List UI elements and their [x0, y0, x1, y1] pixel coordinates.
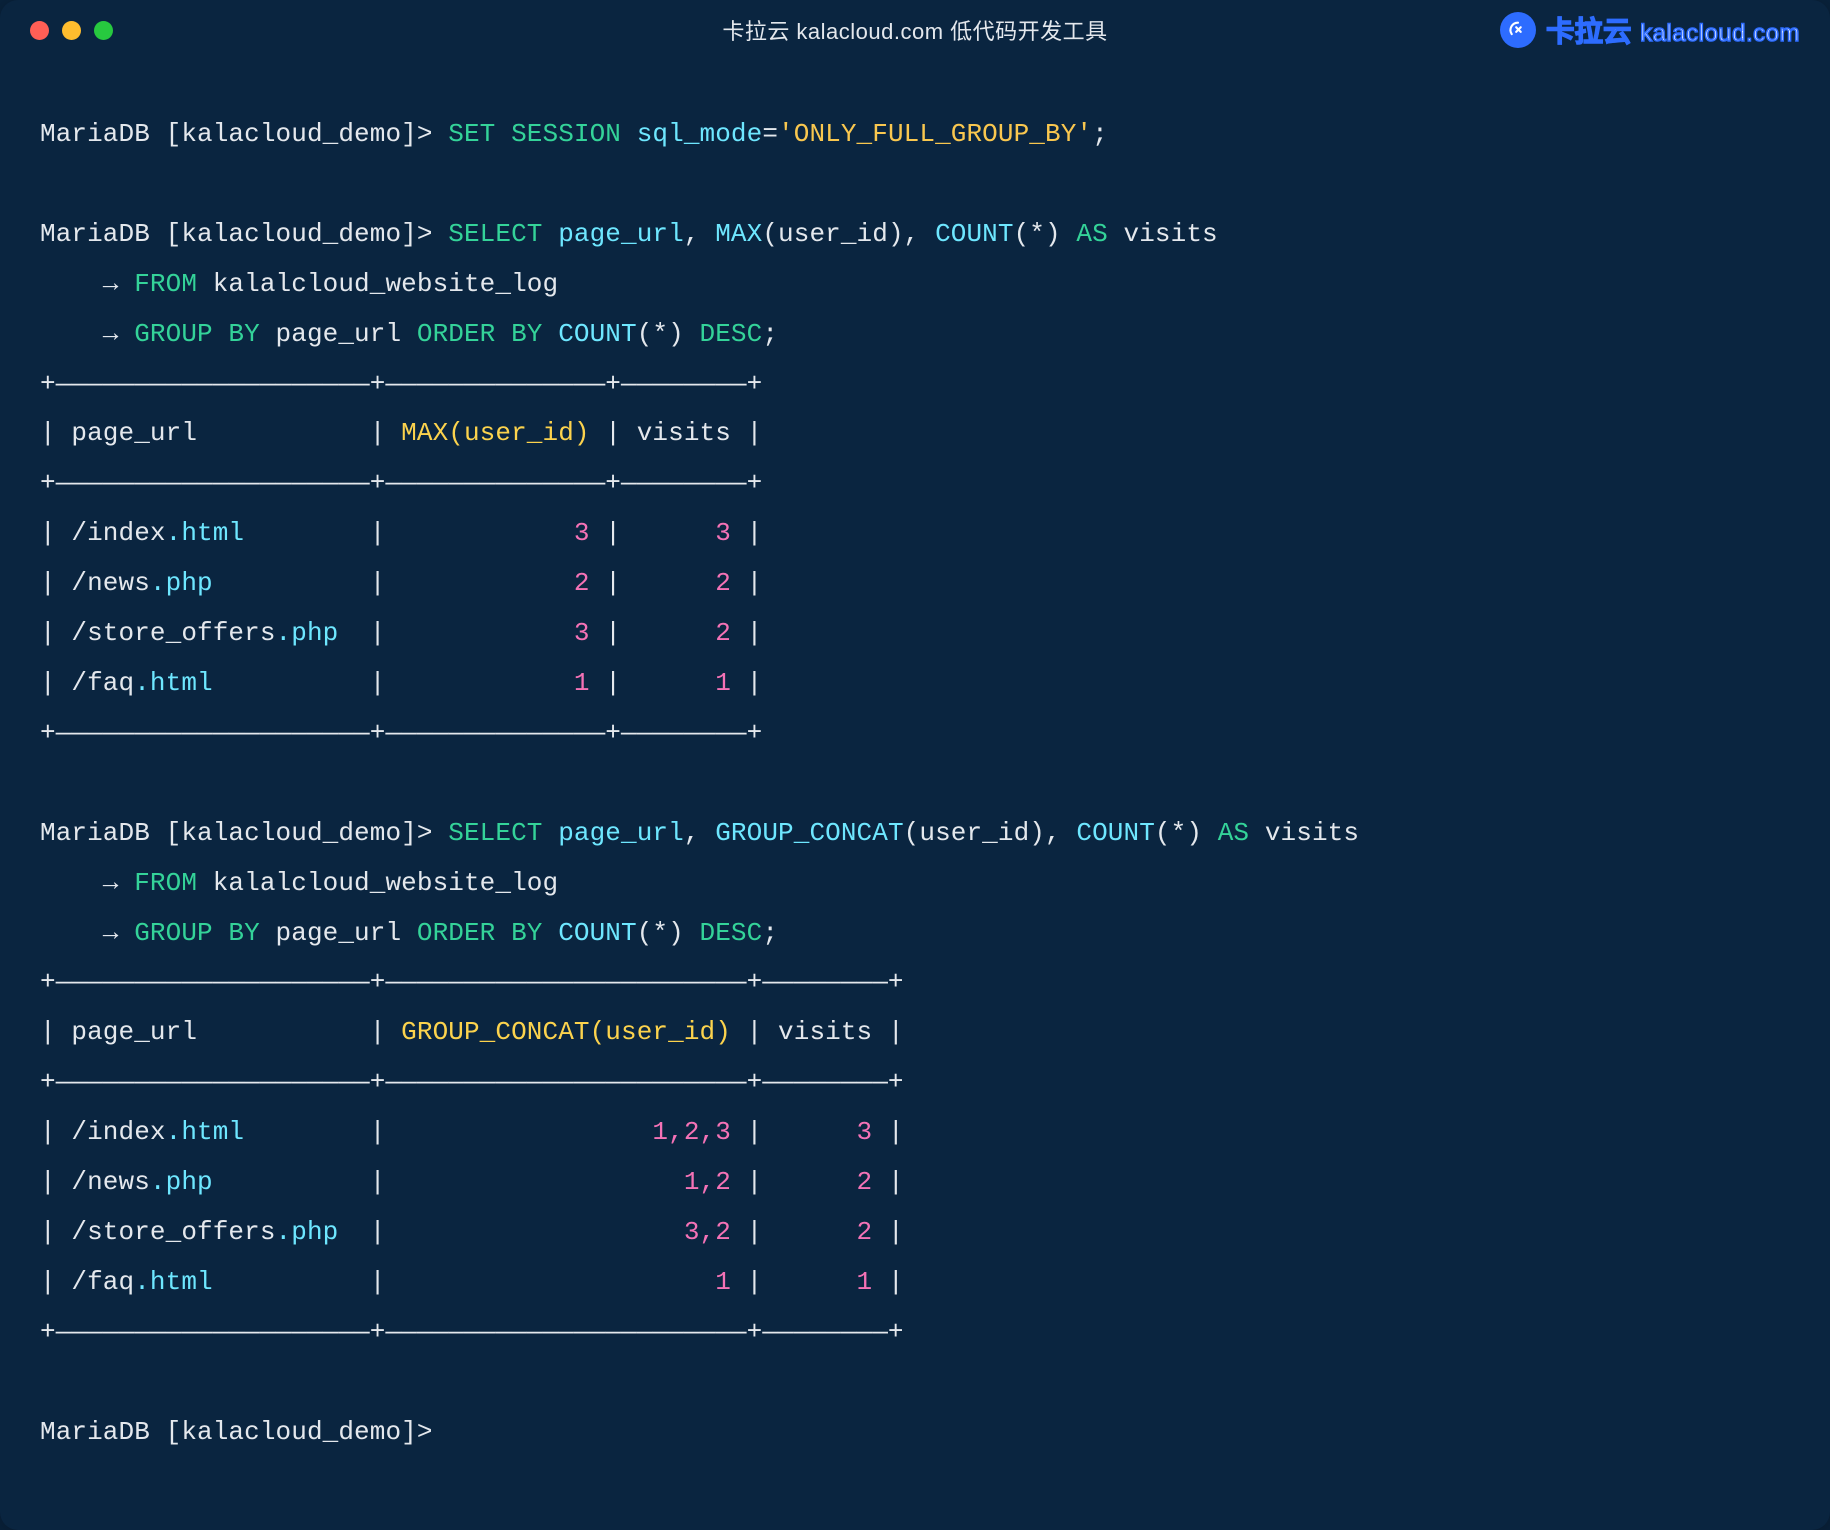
close-icon[interactable]	[30, 21, 49, 40]
terminal-line: | /index.html | 3 | 3 |	[40, 509, 1790, 559]
brand-logo-icon	[1500, 12, 1536, 48]
terminal-line: | /news.php | 2 | 2 |	[40, 559, 1790, 609]
terminal-line: | /index.html | 1,2,3 | 3 |	[40, 1108, 1790, 1158]
terminal-line: MariaDB [kalacloud_demo]> SELECT page_ur…	[40, 809, 1790, 859]
zoom-icon[interactable]	[94, 21, 113, 40]
terminal-line: → FROM kalalcloud_website_log	[40, 260, 1790, 310]
terminal-line	[40, 1358, 1790, 1408]
terminal-line: +————————————————————+——————————————————…	[40, 1308, 1790, 1358]
minimize-icon[interactable]	[62, 21, 81, 40]
terminal-line: → GROUP BY page_url ORDER BY COUNT(*) DE…	[40, 310, 1790, 360]
terminal-line: | /news.php | 1,2 | 2 |	[40, 1158, 1790, 1208]
brand-watermark: 卡拉云 kalacloud.com	[1500, 0, 1800, 60]
terminal-line: MariaDB [kalacloud_demo]> SET SESSION sq…	[40, 110, 1790, 160]
terminal-line: | page_url | GROUP_CONCAT(user_id) | vis…	[40, 1008, 1790, 1058]
terminal-line: | /store_offers.php | 3,2 | 2 |	[40, 1208, 1790, 1258]
terminal-line: +————————————————————+——————————————+———…	[40, 709, 1790, 759]
terminal-line: +————————————————————+——————————————————…	[40, 1058, 1790, 1108]
brand-text: 卡拉云 kalacloud.com	[1546, 10, 1800, 50]
terminal-line: | page_url | MAX(user_id) | visits |	[40, 409, 1790, 459]
terminal-line: MariaDB [kalacloud_demo]>	[40, 1408, 1790, 1458]
window-controls	[30, 21, 113, 40]
terminal-line: +————————————————————+——————————————————…	[40, 958, 1790, 1008]
terminal-line: | /store_offers.php | 3 | 2 |	[40, 609, 1790, 659]
terminal-line: | /faq.html | 1 | 1 |	[40, 1258, 1790, 1308]
terminal-line	[40, 160, 1790, 210]
terminal-line: +————————————————————+——————————————+———…	[40, 459, 1790, 509]
terminal-line: | /faq.html | 1 | 1 |	[40, 659, 1790, 709]
terminal-line: → GROUP BY page_url ORDER BY COUNT(*) DE…	[40, 909, 1790, 959]
titlebar: 卡拉云 kalacloud.com 低代码开发工具 卡拉云 kalacloud.…	[0, 0, 1830, 60]
terminal-line: +————————————————————+——————————————+———…	[40, 360, 1790, 410]
terminal-line: MariaDB [kalacloud_demo]> SELECT page_ur…	[40, 210, 1790, 260]
terminal-line	[40, 759, 1790, 809]
terminal-line: → FROM kalalcloud_website_log	[40, 859, 1790, 909]
terminal-window: 卡拉云 kalacloud.com 低代码开发工具 卡拉云 kalacloud.…	[0, 0, 1830, 1530]
terminal-content[interactable]: MariaDB [kalacloud_demo]> SET SESSION sq…	[0, 60, 1830, 1487]
